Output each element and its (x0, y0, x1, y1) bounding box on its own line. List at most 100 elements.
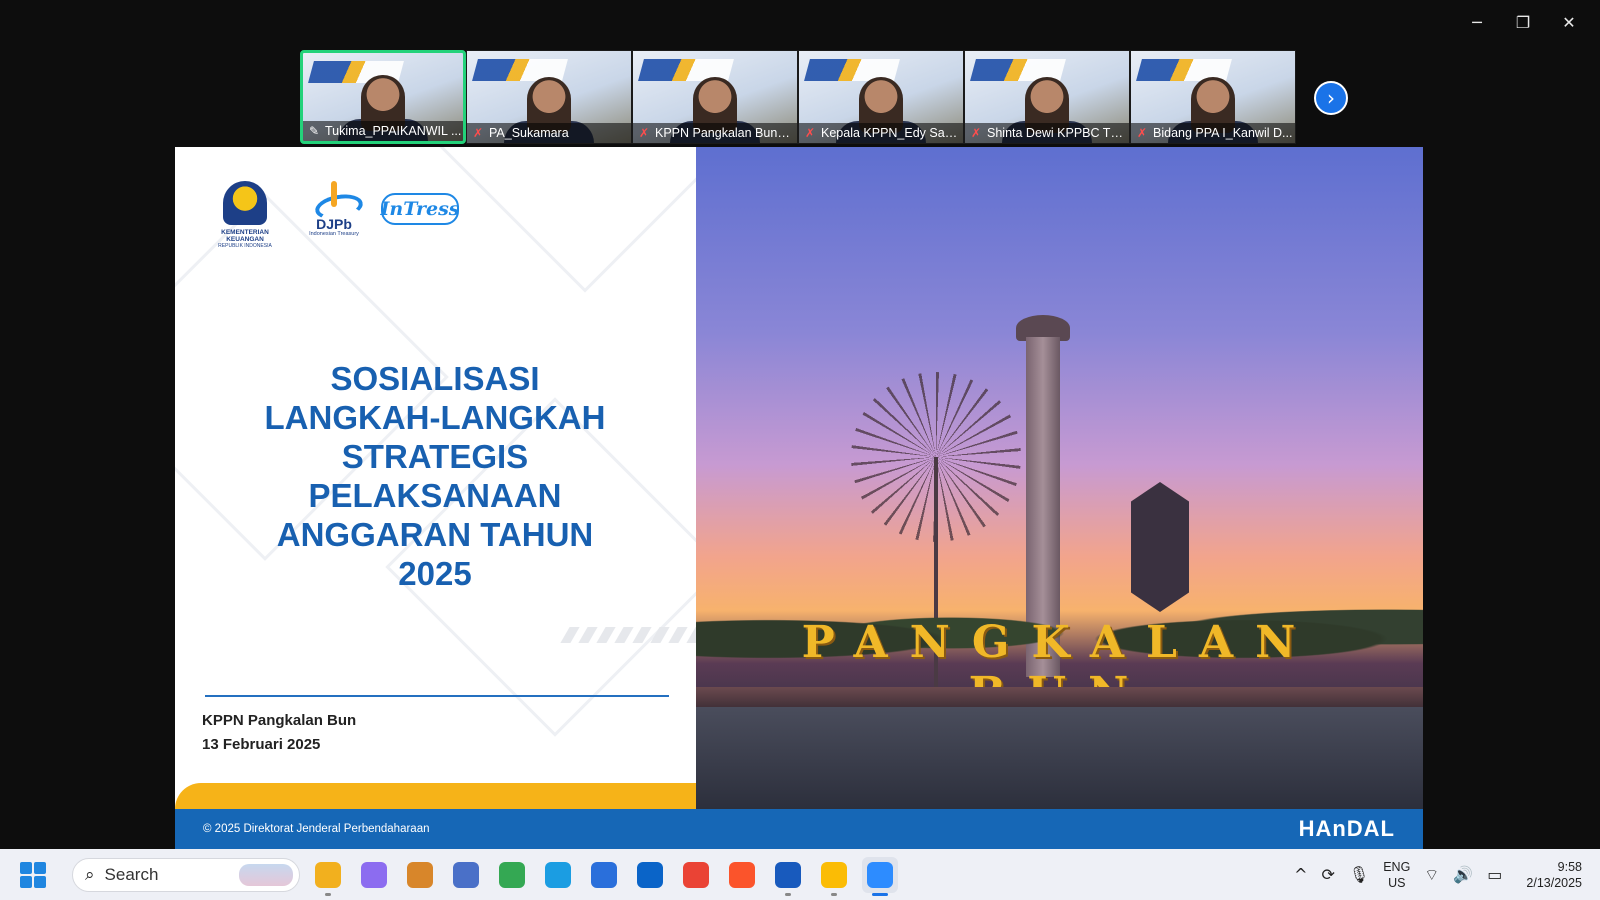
mic-muted-icon: ✗ (805, 126, 816, 140)
slide-title-line: ANGGARAN TAHUN (276, 516, 594, 553)
participant-name: PA_Sukamara (489, 126, 569, 140)
running-indicator (785, 892, 791, 896)
zoom-meeting-window: ─ ❐ ✕ ✎ Tukima_PPAIKANWIL ... ✗ PA_Sukamara… (0, 0, 1600, 900)
taskbar-app-app-4[interactable] (448, 857, 484, 893)
search-highlight-image (239, 863, 293, 886)
taskbar-app-file-explorer[interactable] (310, 857, 346, 896)
pin-icon: ✎ (309, 124, 320, 138)
close-button[interactable]: ✕ (1546, 8, 1592, 36)
footer-copyright: © 2025 Direktorat Jenderal Perbendaharaa… (203, 823, 430, 835)
participant-name: Bidang PPA I_Kanwil D... (1153, 126, 1293, 140)
restore-button[interactable]: ❐ (1500, 8, 1546, 36)
next-participants-button[interactable]: › (1314, 81, 1348, 115)
running-indicator (872, 892, 888, 896)
file-explorer-icon (315, 861, 341, 888)
participant-name-bar: ✗ Bidang PPA I_Kanwil D... (1131, 123, 1295, 143)
minimize-button[interactable]: ─ (1454, 8, 1500, 36)
mic-muted-icon: ✗ (473, 126, 484, 140)
slide-title-line: LANGKAH-LANGKAH (264, 399, 606, 436)
handal-logo: HAnDAL (1298, 816, 1395, 841)
participant-tile[interactable]: ✗ KPPN Pangkalan Bun_I... (632, 50, 798, 144)
volume-icon[interactable]: 🔊 (1453, 865, 1473, 884)
copilot-icon (361, 861, 387, 888)
intress-logo: InTress (381, 193, 459, 225)
battery-icon[interactable]: ▭ (1487, 865, 1502, 884)
participant-name-bar: ✗ Kepala KPPN_Edy Sant... (799, 123, 963, 143)
edge-icon (545, 861, 571, 888)
wifi-icon[interactable]: ⌔ (1424, 865, 1439, 885)
participant-name: Kepala KPPN_Edy Sant... (821, 126, 961, 140)
chrome-2-icon (821, 861, 847, 888)
participant-name: KPPN Pangkalan Bun_I... (655, 126, 795, 140)
taskbar-apps (310, 856, 898, 896)
slide-title-line: PELAKSANAAN (308, 477, 562, 514)
taskbar-app-chrome-2[interactable] (816, 857, 852, 896)
djpb-swirl-icon (311, 181, 357, 217)
participant-tile[interactable]: ✗ PA_Sukamara (466, 50, 632, 144)
kemenkeu-logo: KEMENTERIAN KEUANGAN REPUBLIK INDONESIA (203, 181, 287, 249)
participant-tile[interactable]: ✗ Kepala KPPN_Edy Sant... (798, 50, 964, 144)
taskbar-app-chrome-profile[interactable] (678, 857, 714, 893)
taskbar-app-chrome[interactable] (494, 857, 530, 893)
language-indicator[interactable]: ENG US (1383, 859, 1410, 891)
taskbar-app-brave[interactable] (724, 857, 760, 893)
pangkalan-bun-photo: PANGKALAN BUN (696, 147, 1423, 809)
chevron-up-icon[interactable]: ^ (1294, 865, 1307, 884)
road (696, 707, 1423, 809)
taskbar-search[interactable]: ⌕ Search (72, 857, 300, 892)
participant-tile[interactable]: ✎ Tukima_PPAIKANWIL ... (300, 50, 466, 144)
presenter-org: KPPN Pangkalan Bun (202, 712, 357, 729)
clock-date: 2/13/2025 (1526, 875, 1582, 890)
sign-wall (696, 687, 1423, 709)
participant-name-bar: ✎ Tukima_PPAIKANWIL ... (303, 121, 463, 141)
language-code: ENG (1383, 859, 1411, 874)
microphone-icon[interactable]: 🎙 (1349, 865, 1369, 884)
slide-footer: © 2025 Direktorat Jenderal Perbendaharaa… (175, 809, 1423, 849)
taskbar-app-zoom[interactable] (862, 856, 898, 896)
chrome-profile-icon (683, 861, 709, 888)
chrome-icon (499, 861, 525, 888)
slide-title-line: 2025 (398, 555, 472, 592)
yellow-accent-band (175, 783, 696, 809)
title-divider (205, 695, 669, 697)
taskbar-app-outlook[interactable] (632, 857, 668, 893)
running-indicator (831, 892, 837, 896)
slide-left-panel: KEMENTERIAN KEUANGAN REPUBLIK INDONESIA … (175, 147, 696, 809)
participant-tile[interactable]: ✗ Bidang PPA I_Kanwil D... (1130, 50, 1296, 144)
participant-name: Shinta Dewi KPPBC TM... (987, 126, 1127, 140)
taskbar-app-word[interactable] (770, 857, 806, 896)
clock[interactable]: 9:58 2/13/2025 (1526, 859, 1582, 891)
clock-time: 9:58 (1557, 859, 1582, 874)
windows-start-icon[interactable] (20, 861, 46, 888)
word-icon (775, 861, 801, 888)
garuda-emblem-icon (223, 181, 267, 225)
taskbar-app-microsoft-store[interactable] (586, 857, 622, 893)
windows-taskbar: ⌕ Search ^ ⟳ 🎙 ENG US ⌔ 🔊 ▭ 9:58 2/13/20… (0, 849, 1600, 900)
participant-name-bar: ✗ Shinta Dewi KPPBC TM... (965, 123, 1129, 143)
outlook-icon (637, 861, 663, 888)
shared-screen-slide: KEMENTERIAN KEUANGAN REPUBLIK INDONESIA … (175, 147, 1423, 849)
taskbar-app-copilot[interactable] (356, 857, 392, 893)
participant-tile[interactable]: ✗ Shinta Dewi KPPBC TM... (964, 50, 1130, 144)
running-indicator (325, 892, 331, 896)
djpb-logo: DJPb Indonesian Treasury (303, 181, 365, 237)
kemenkeu-subname: REPUBLIK INDONESIA (218, 243, 272, 249)
participant-strip: ✎ Tukima_PPAIKANWIL ... ✗ PA_Sukamara ✗ KPPN … (300, 50, 1296, 144)
participant-name-bar: ✗ KPPN Pangkalan Bun_I... (633, 123, 797, 143)
slide-title-line: STRATEGIS (341, 438, 529, 475)
participant-name-bar: ✗ PA_Sukamara (467, 123, 631, 143)
kemenkeu-name: KEMENTERIAN KEUANGAN (221, 229, 269, 243)
sync-icon[interactable]: ⟳ (1321, 865, 1334, 884)
slide-logos: KEMENTERIAN KEUANGAN REPUBLIK INDONESIA … (203, 181, 459, 249)
presentation-date: 13 Februari 2025 (202, 736, 321, 753)
taskbar-app-edge[interactable] (540, 857, 576, 893)
taskbar-app-app-3[interactable] (402, 857, 438, 893)
app-4-icon (453, 861, 479, 888)
search-placeholder: Search (104, 864, 159, 884)
mic-muted-icon: ✗ (1137, 126, 1148, 140)
participant-name: Tukima_PPAIKANWIL ... (325, 124, 462, 138)
app-3-icon (407, 861, 433, 888)
slide-title-line: SOSIALISASI (330, 360, 540, 397)
brave-icon (729, 861, 755, 888)
decorative-stripes (560, 627, 696, 643)
